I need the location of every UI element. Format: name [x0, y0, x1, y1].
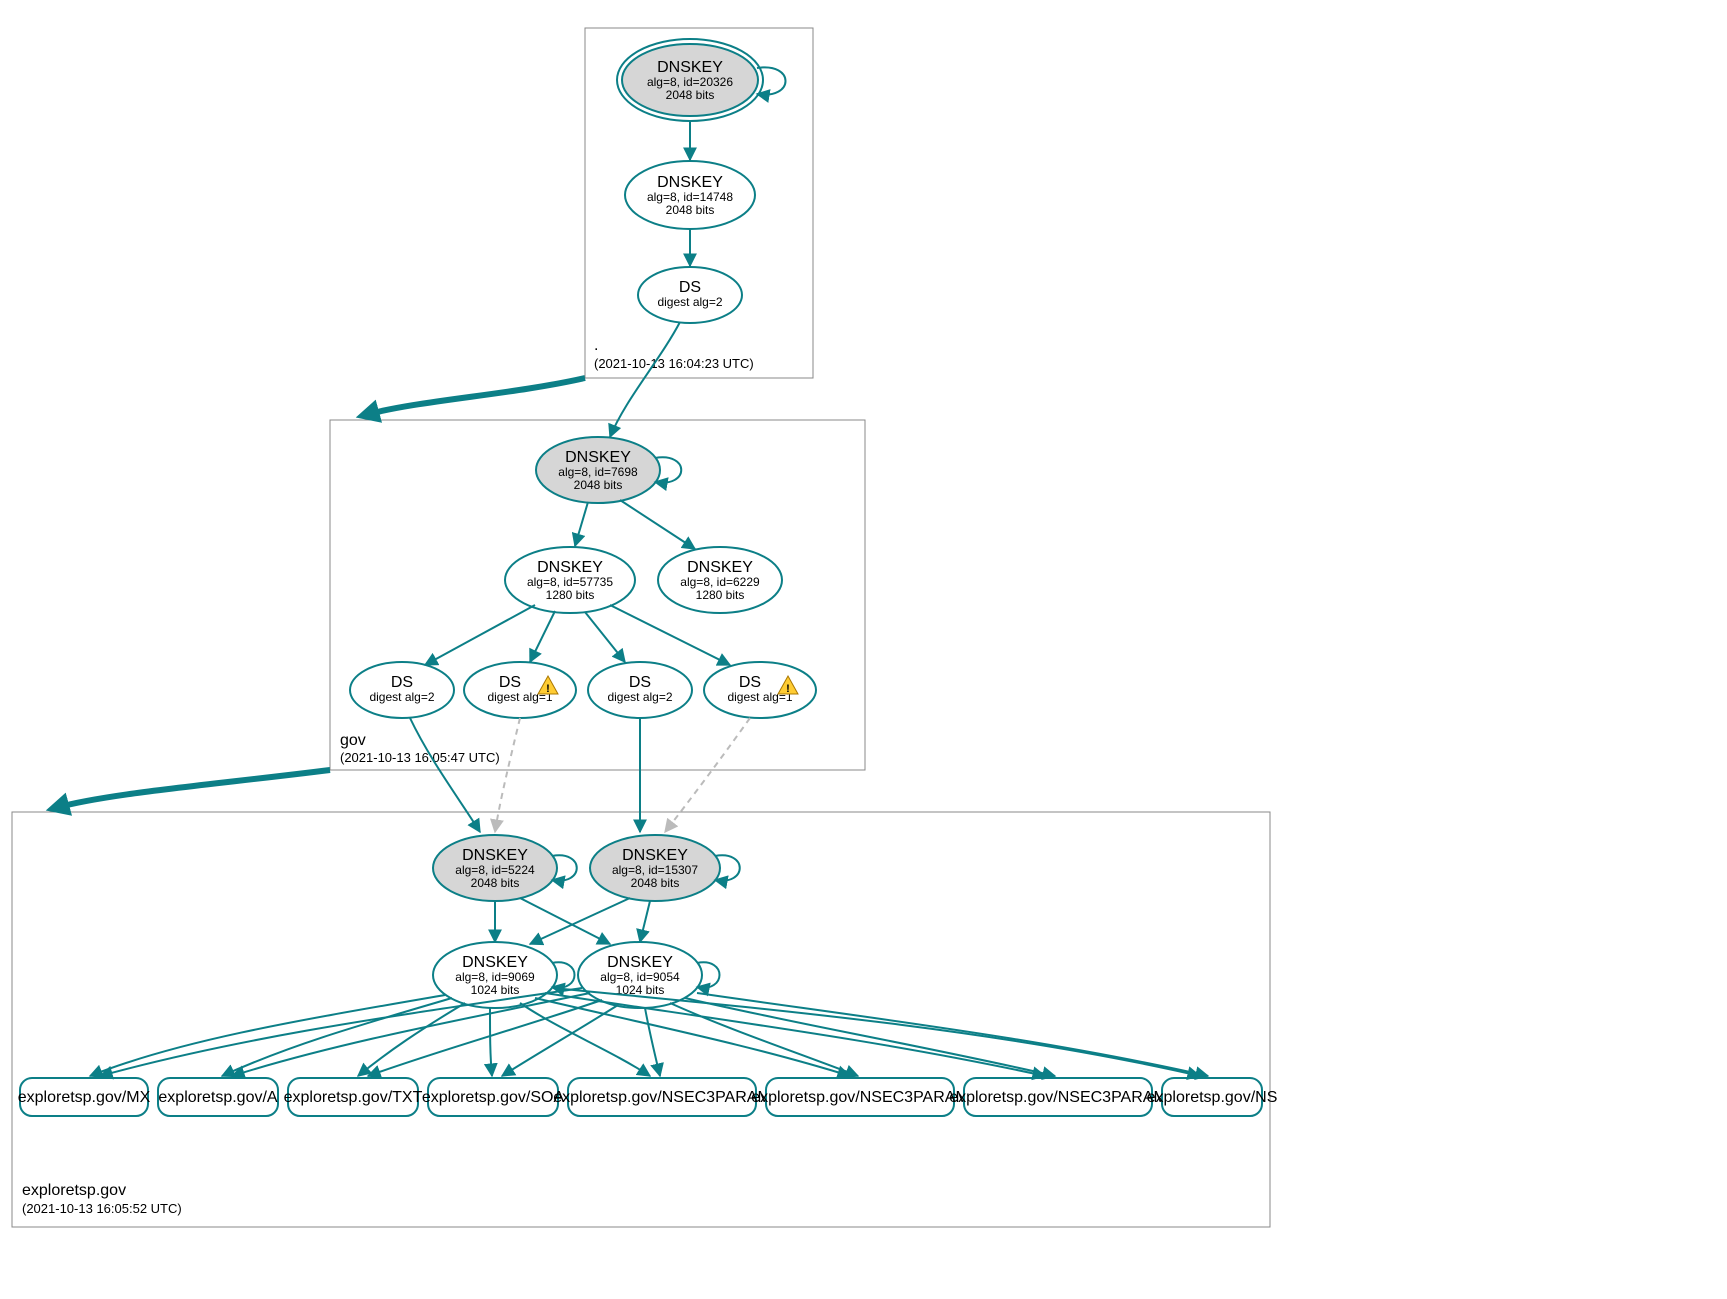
zone-gov-timestamp: (2021-10-13 16:05:47 UTC): [340, 750, 500, 765]
zone-root-label: .: [594, 337, 598, 354]
node-exploretsp-ksk1: DNSKEY alg=8, id=5224 2048 bits: [433, 835, 557, 901]
rrset-txt: exploretsp.gov/TXT: [284, 1078, 423, 1116]
svg-text:exploretsp.gov/NS: exploretsp.gov/NS: [1147, 1089, 1278, 1106]
svg-text:alg=8, id=14748: alg=8, id=14748: [647, 190, 733, 204]
svg-text:exploretsp.gov/TXT: exploretsp.gov/TXT: [284, 1089, 423, 1106]
svg-text:alg=8, id=57735: alg=8, id=57735: [527, 575, 613, 589]
svg-text:alg=8, id=20326: alg=8, id=20326: [647, 75, 733, 89]
svg-text:alg=8, id=6229: alg=8, id=6229: [680, 575, 760, 589]
svg-text:digest alg=2: digest alg=2: [607, 690, 672, 704]
node-gov-ds3: DS digest alg=2: [588, 662, 692, 718]
svg-text:exploretsp.gov/NSEC3PARAM: exploretsp.gov/NSEC3PARAM: [949, 1089, 1167, 1106]
node-exploretsp-ksk2: DNSKEY alg=8, id=15307 2048 bits: [590, 835, 720, 901]
rrset-a: exploretsp.gov/A: [158, 1078, 278, 1116]
rrset-soa: exploretsp.gov/SOA: [422, 1078, 565, 1116]
svg-text:exploretsp.gov/NSEC3PARAM: exploretsp.gov/NSEC3PARAM: [553, 1089, 771, 1106]
node-gov-ds2: DS digest alg=1 !: [464, 662, 576, 718]
svg-text:1280 bits: 1280 bits: [696, 588, 745, 602]
svg-text:DS: DS: [391, 674, 413, 691]
svg-text:2048 bits: 2048 bits: [666, 203, 715, 217]
node-root-ds: DS digest alg=2: [638, 267, 742, 323]
svg-text:2048 bits: 2048 bits: [471, 876, 520, 890]
svg-text:1280 bits: 1280 bits: [546, 588, 595, 602]
svg-text:DNSKEY: DNSKEY: [657, 174, 723, 191]
node-gov-ds1: DS digest alg=2: [350, 662, 454, 718]
svg-text:alg=8, id=9054: alg=8, id=9054: [600, 970, 680, 984]
svg-text:DS: DS: [499, 674, 521, 691]
node-gov-ksk: DNSKEY alg=8, id=7698 2048 bits: [536, 437, 660, 503]
svg-text:alg=8, id=9069: alg=8, id=9069: [455, 970, 535, 984]
svg-text:!: !: [786, 683, 790, 695]
svg-text:exploretsp.gov/MX: exploretsp.gov/MX: [18, 1089, 151, 1106]
svg-text:exploretsp.gov/A: exploretsp.gov/A: [158, 1089, 278, 1106]
svg-text:DNSKEY: DNSKEY: [607, 954, 673, 971]
zone-exploretsp-label: exploretsp.gov: [22, 1182, 126, 1199]
rrset-nsec3param-1: exploretsp.gov/NSEC3PARAM: [553, 1078, 771, 1116]
svg-text:DNSKEY: DNSKEY: [565, 449, 631, 466]
svg-text:digest alg=2: digest alg=2: [657, 295, 722, 309]
zone-exploretsp-timestamp: (2021-10-13 16:05:52 UTC): [22, 1201, 182, 1216]
svg-text:alg=8, id=15307: alg=8, id=15307: [612, 863, 698, 877]
svg-text:2048 bits: 2048 bits: [666, 88, 715, 102]
svg-text:DS: DS: [739, 674, 761, 691]
svg-text:!: !: [546, 683, 550, 695]
node-root-zsk: DNSKEY alg=8, id=14748 2048 bits: [625, 161, 755, 229]
svg-text:exploretsp.gov/SOA: exploretsp.gov/SOA: [422, 1089, 565, 1106]
zone-root-timestamp: (2021-10-13 16:04:23 UTC): [594, 356, 754, 371]
zone-gov-label: gov: [340, 732, 366, 749]
svg-text:DNSKEY: DNSKEY: [622, 847, 688, 864]
svg-text:DNSKEY: DNSKEY: [462, 954, 528, 971]
node-gov-zsk1: DNSKEY alg=8, id=57735 1280 bits: [505, 547, 635, 613]
svg-text:exploretsp.gov/NSEC3PARAM: exploretsp.gov/NSEC3PARAM: [751, 1089, 969, 1106]
svg-text:DNSKEY: DNSKEY: [657, 59, 723, 76]
svg-text:2048 bits: 2048 bits: [631, 876, 680, 890]
svg-text:DNSKEY: DNSKEY: [537, 559, 603, 576]
node-gov-zsk2: DNSKEY alg=8, id=6229 1280 bits: [658, 547, 782, 613]
dnssec-graph: . (2021-10-13 16:04:23 UTC) DNSKEY alg=8…: [0, 0, 1727, 1299]
node-gov-ds4: DS digest alg=1 !: [704, 662, 816, 718]
rrset-mx: exploretsp.gov/MX: [18, 1078, 151, 1116]
svg-text:DNSKEY: DNSKEY: [687, 559, 753, 576]
svg-text:2048 bits: 2048 bits: [574, 478, 623, 492]
rrset-nsec3param-3: exploretsp.gov/NSEC3PARAM: [949, 1078, 1167, 1116]
node-exploretsp-zsk2: DNSKEY alg=8, id=9054 1024 bits: [578, 942, 702, 1008]
svg-text:DS: DS: [679, 279, 701, 296]
svg-text:DS: DS: [629, 674, 651, 691]
svg-text:digest alg=2: digest alg=2: [369, 690, 434, 704]
svg-text:alg=8, id=5224: alg=8, id=5224: [455, 863, 535, 877]
svg-text:DNSKEY: DNSKEY: [462, 847, 528, 864]
node-root-ksk: DNSKEY alg=8, id=20326 2048 bits: [617, 39, 763, 121]
svg-text:1024 bits: 1024 bits: [471, 983, 520, 997]
rrset-nsec3param-2: exploretsp.gov/NSEC3PARAM: [751, 1078, 969, 1116]
svg-text:alg=8, id=7698: alg=8, id=7698: [558, 465, 638, 479]
rrset-ns: exploretsp.gov/NS: [1147, 1078, 1278, 1116]
